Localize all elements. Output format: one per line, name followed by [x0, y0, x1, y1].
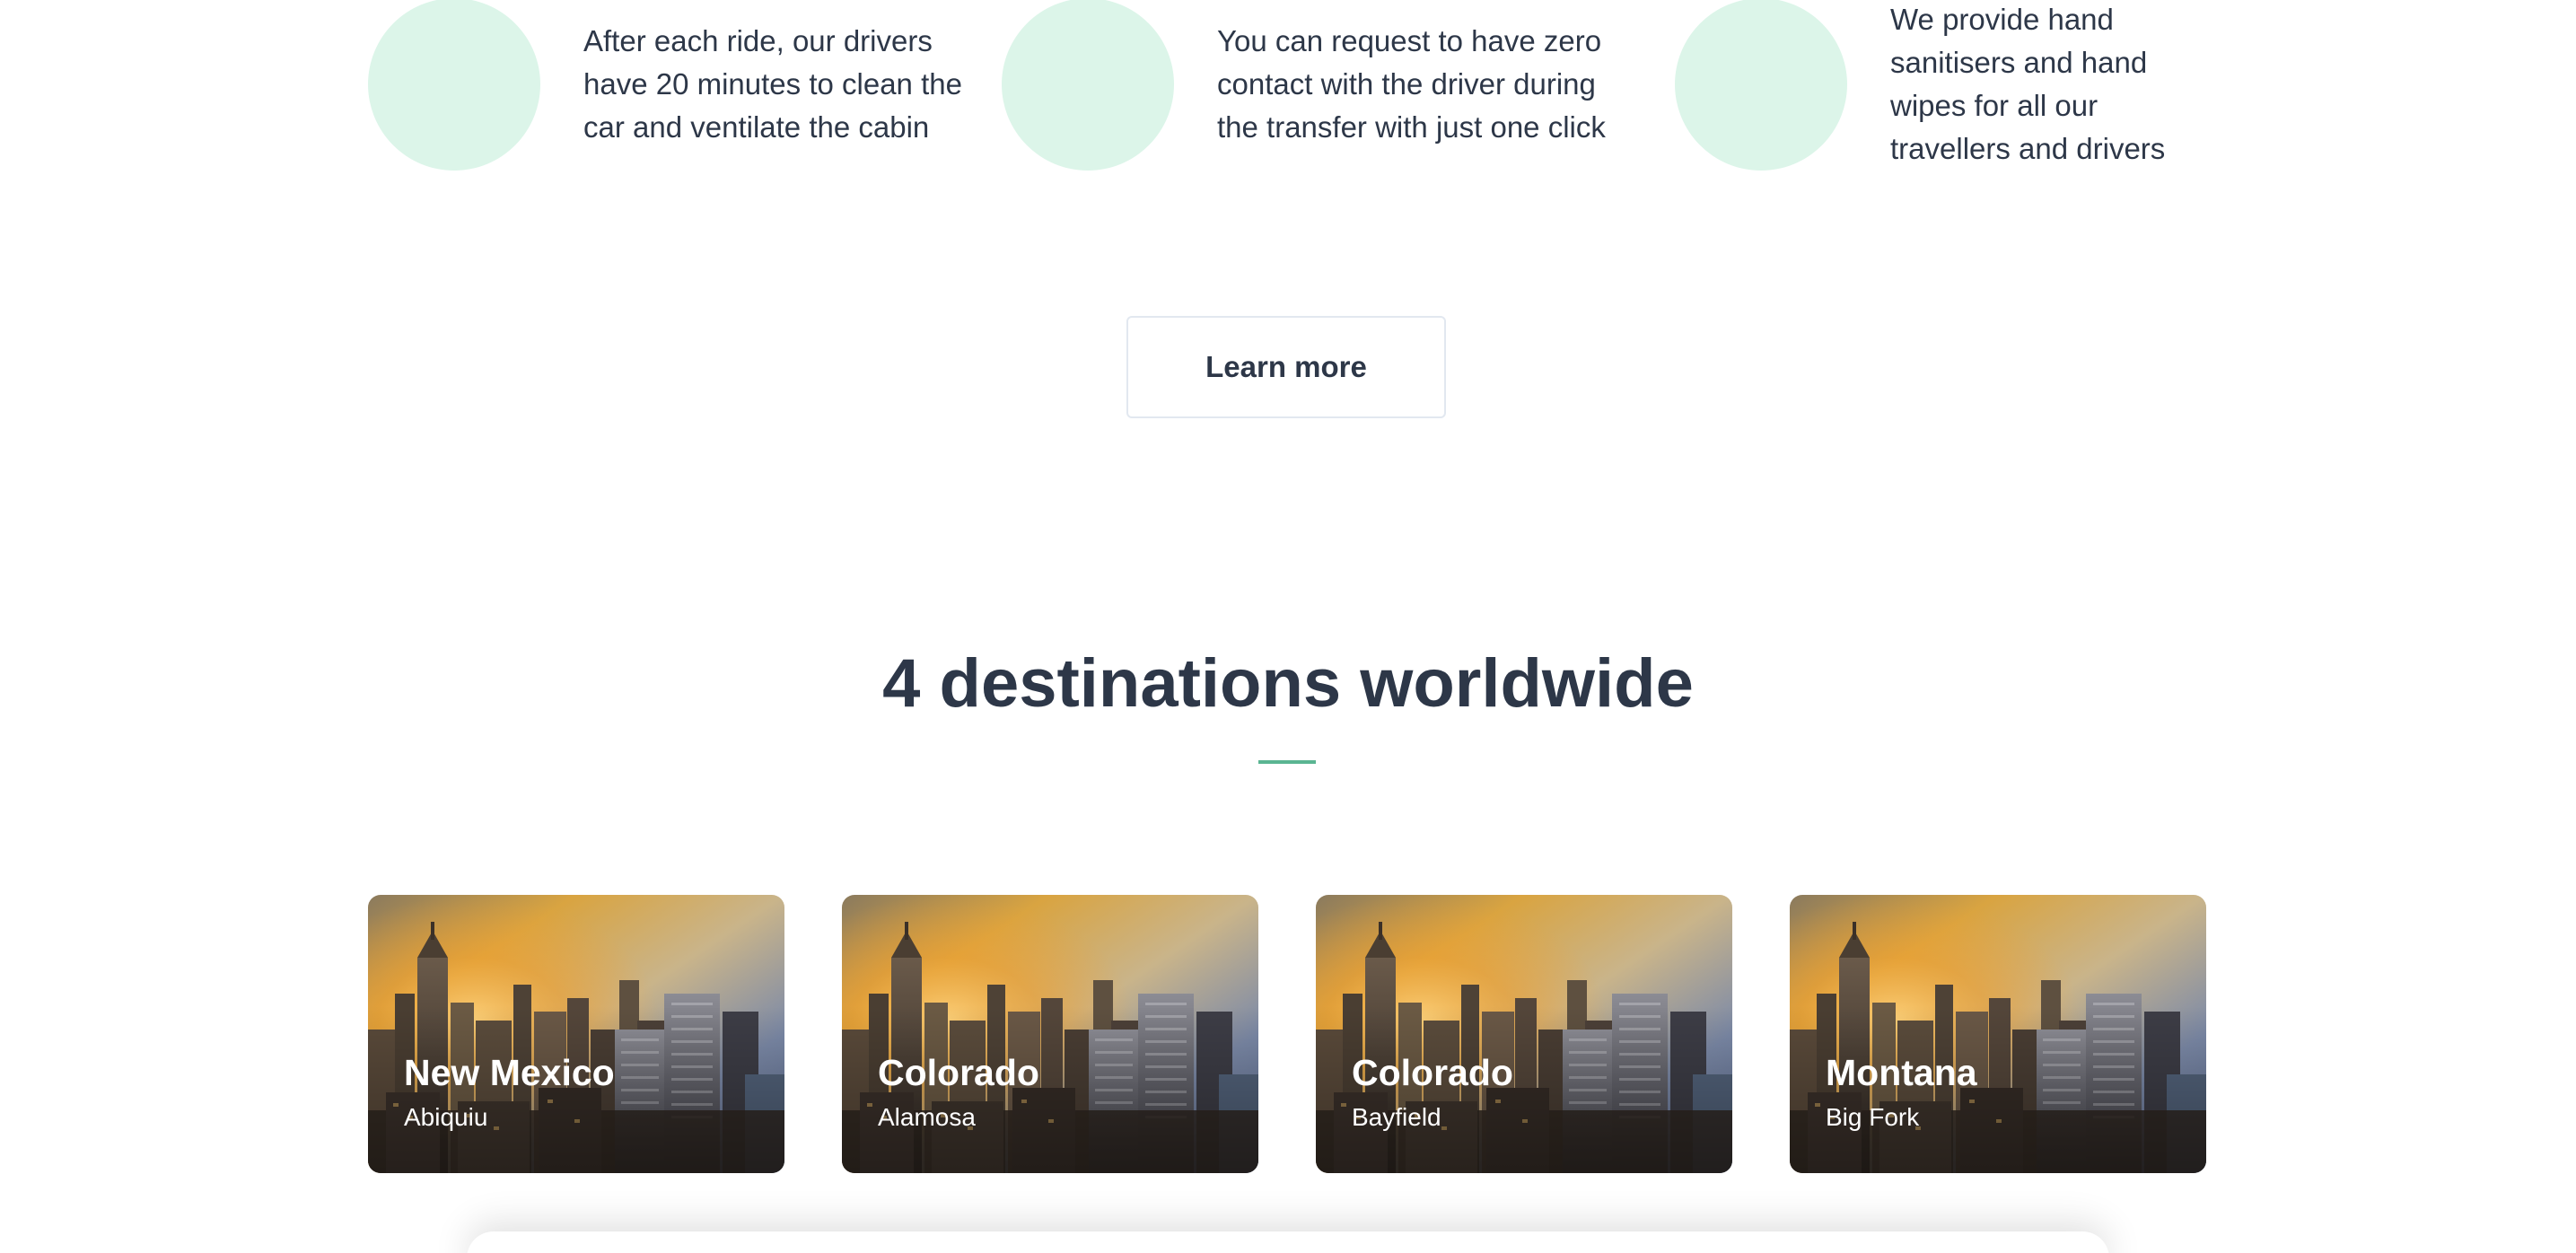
- destination-state: Montana: [1826, 1052, 1977, 1093]
- destination-card[interactable]: Montana Big Fork: [1790, 895, 2206, 1173]
- feature-cleaning: After each ride, our drivers have 20 min…: [368, 0, 969, 171]
- destination-card[interactable]: Colorado Alamosa: [842, 895, 1258, 1173]
- destination-city: Bayfield: [1352, 1103, 1441, 1131]
- destination-city: Alamosa: [878, 1103, 976, 1131]
- destination-city: Big Fork: [1826, 1103, 1920, 1131]
- feature-sanitisers: We provide hand sanitisers and hand wipe…: [1675, 0, 2186, 171]
- feature-text: After each ride, our drivers have 20 min…: [583, 24, 962, 144]
- feature-icon-circle: [1675, 0, 1847, 171]
- feature-zero-contact: You can request to have zero contact wit…: [1002, 0, 1630, 171]
- feature-text: We provide hand sanitisers and hand wipe…: [1890, 3, 2166, 165]
- feature-text: You can request to have zero contact wit…: [1217, 24, 1606, 144]
- page: After each ride, our drivers have 20 min…: [0, 0, 2576, 1253]
- section-title: 4 destinations worldwide: [882, 645, 1694, 722]
- bottom-panel: [467, 1231, 2109, 1253]
- destination-state: Colorado: [878, 1052, 1039, 1093]
- destination-state: New Mexico: [404, 1052, 615, 1093]
- destination-card[interactable]: New Mexico Abiquiu: [368, 895, 784, 1173]
- learn-more-button[interactable]: Learn more: [1126, 316, 1446, 418]
- feature-icon-circle: [368, 0, 540, 171]
- destination-city: Abiquiu: [404, 1103, 488, 1131]
- feature-icon-circle: [1002, 0, 1174, 171]
- title-underline: [1258, 760, 1316, 764]
- destination-card[interactable]: Colorado Bayfield: [1316, 895, 1732, 1173]
- destination-state: Colorado: [1352, 1052, 1513, 1093]
